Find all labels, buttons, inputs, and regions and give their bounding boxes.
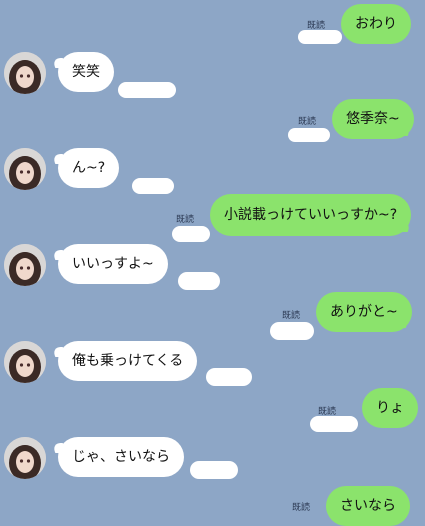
- message-bubble-outgoing[interactable]: りょ: [362, 388, 418, 428]
- read-receipt: 既読: [298, 117, 317, 127]
- avatar-image: [4, 148, 46, 190]
- read-receipt: 既読: [282, 311, 301, 321]
- message-bubble-incoming[interactable]: 俺も乗っけてくる: [58, 341, 198, 381]
- message-bubble-outgoing[interactable]: おわり: [341, 4, 411, 44]
- user-avatar-icon[interactable]: [4, 437, 46, 479]
- redacted-timestamp: [178, 272, 220, 290]
- read-receipt: 既読: [176, 215, 195, 225]
- redacted-timestamp: [190, 461, 238, 479]
- redacted-timestamp: [270, 322, 314, 340]
- avatar-image: [4, 52, 46, 94]
- user-avatar-icon[interactable]: [4, 148, 46, 190]
- message-bubble-outgoing[interactable]: 悠季奈~: [332, 99, 414, 139]
- redacted-timestamp: [206, 368, 252, 386]
- message-bubble-outgoing[interactable]: さいなら: [326, 486, 410, 526]
- redacted-timestamp: [132, 178, 174, 194]
- redacted-timestamp: [298, 30, 342, 44]
- user-avatar-icon[interactable]: [4, 244, 46, 286]
- message-bubble-incoming[interactable]: 笑笑: [58, 52, 114, 92]
- avatar-image: [4, 437, 46, 479]
- avatar-image: [4, 341, 46, 383]
- redacted-timestamp: [118, 82, 176, 98]
- user-avatar-icon[interactable]: [4, 52, 46, 94]
- redacted-timestamp: [310, 416, 358, 432]
- user-avatar-icon[interactable]: [4, 341, 46, 383]
- avatar-image: [4, 244, 46, 286]
- chat-thread: 既読 おわり 笑笑 既読 悠季奈~ ん~? 既読 小説載っけていいっすか~? い…: [0, 0, 425, 526]
- redacted-timestamp: [288, 128, 330, 142]
- read-receipt: 既読: [292, 503, 311, 513]
- message-bubble-outgoing[interactable]: ありがと~: [316, 292, 412, 332]
- redacted-timestamp: [172, 226, 210, 242]
- message-bubble-incoming[interactable]: いいっすよ~: [58, 244, 168, 284]
- message-bubble-incoming[interactable]: ん~?: [58, 148, 120, 188]
- message-bubble-incoming[interactable]: じゃ、さいなら: [58, 437, 184, 477]
- message-bubble-outgoing[interactable]: 小説載っけていいっすか~?: [210, 194, 412, 236]
